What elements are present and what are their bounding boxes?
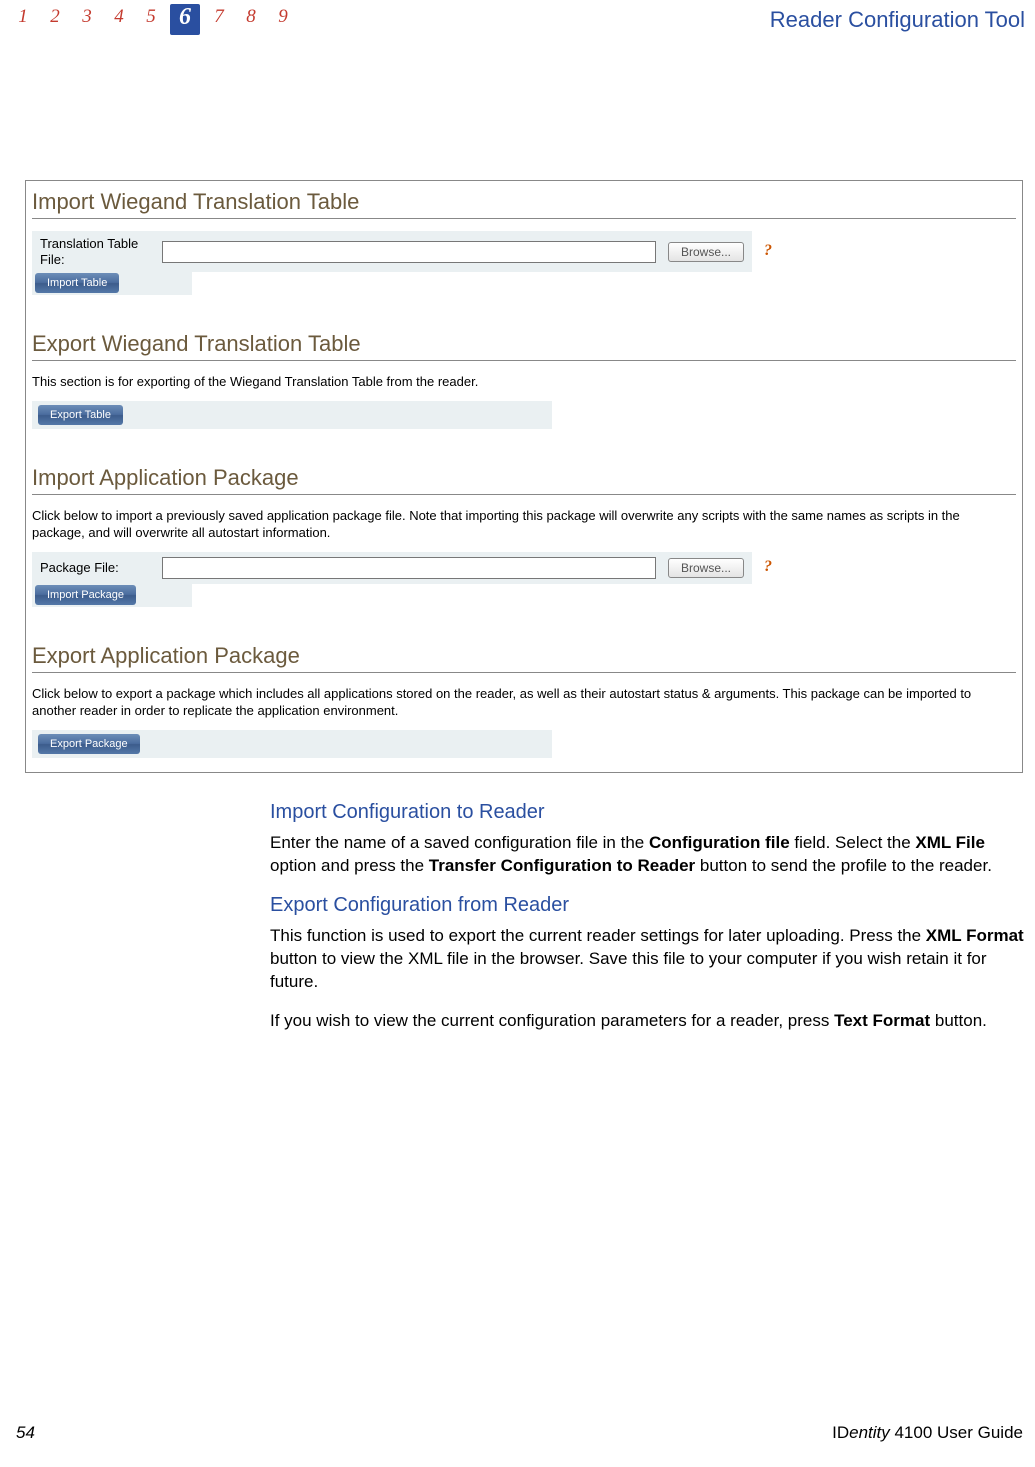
tab-6[interactable]: 6 [170, 4, 200, 35]
import-wiegand-title: Import Wiegand Translation Table [32, 189, 1016, 219]
export-package-desc: Click below to export a package which in… [32, 685, 1016, 720]
export-config-paragraph-1: This function is used to export the curr… [270, 925, 1025, 994]
export-config-paragraph-2: If you wish to view the current configur… [270, 1010, 1025, 1033]
import-config-paragraph: Enter the name of a saved configuration … [270, 832, 1025, 878]
page-header: 1 2 3 4 5 6 7 8 9 Reader Configuration T… [0, 0, 1035, 35]
help-icon[interactable]: ? [764, 242, 772, 260]
export-table-row: Export Table [32, 401, 552, 429]
page-title: Reader Configuration Tool [770, 7, 1025, 33]
import-package-row: Import Package [32, 583, 192, 607]
import-table-button[interactable]: Import Table [35, 273, 119, 293]
import-package-button[interactable]: Import Package [35, 585, 136, 605]
export-package-button[interactable]: Export Package [38, 734, 140, 754]
document-body: Import Configuration to Reader Enter the… [270, 801, 1025, 1033]
import-table-row: Import Table [32, 271, 192, 295]
export-config-heading: Export Configuration from Reader [270, 894, 1025, 917]
translation-file-label: Translation Table File: [40, 236, 150, 267]
export-wiegand-title: Export Wiegand Translation Table [32, 331, 1016, 361]
translation-file-input[interactable] [162, 241, 656, 263]
tab-7[interactable]: 7 [206, 4, 232, 35]
config-screenshot: Import Wiegand Translation Table Transla… [25, 180, 1023, 773]
export-package-title: Export Application Package [32, 643, 1016, 673]
browse-button-2[interactable]: Browse... [668, 558, 744, 578]
guide-name: IDentity 4100 User Guide [832, 1423, 1023, 1443]
import-package-desc: Click below to import a previously saved… [32, 507, 1016, 542]
tab-8[interactable]: 8 [238, 4, 264, 35]
tab-4[interactable]: 4 [106, 4, 132, 35]
help-icon-2[interactable]: ? [764, 558, 772, 576]
import-config-heading: Import Configuration to Reader [270, 801, 1025, 824]
package-file-input[interactable] [162, 557, 656, 579]
package-file-row: Package File: Browse... [32, 552, 752, 584]
import-package-title: Import Application Package [32, 465, 1016, 495]
export-wiegand-desc: This section is for exporting of the Wie… [32, 373, 1016, 391]
export-package-row: Export Package [32, 730, 552, 758]
tab-2[interactable]: 2 [42, 4, 68, 35]
browse-button[interactable]: Browse... [668, 242, 744, 262]
tab-1[interactable]: 1 [10, 4, 36, 35]
page-number: 54 [16, 1423, 35, 1443]
package-file-label: Package File: [40, 560, 150, 576]
tab-5[interactable]: 5 [138, 4, 164, 35]
tab-3[interactable]: 3 [74, 4, 100, 35]
translation-file-row: Translation Table File: Browse... [32, 231, 752, 272]
export-table-button[interactable]: Export Table [38, 405, 123, 425]
tab-9[interactable]: 9 [270, 4, 296, 35]
chapter-tabs: 1 2 3 4 5 6 7 8 9 [10, 4, 296, 35]
page-footer: 54 IDentity 4100 User Guide [0, 1423, 1035, 1443]
